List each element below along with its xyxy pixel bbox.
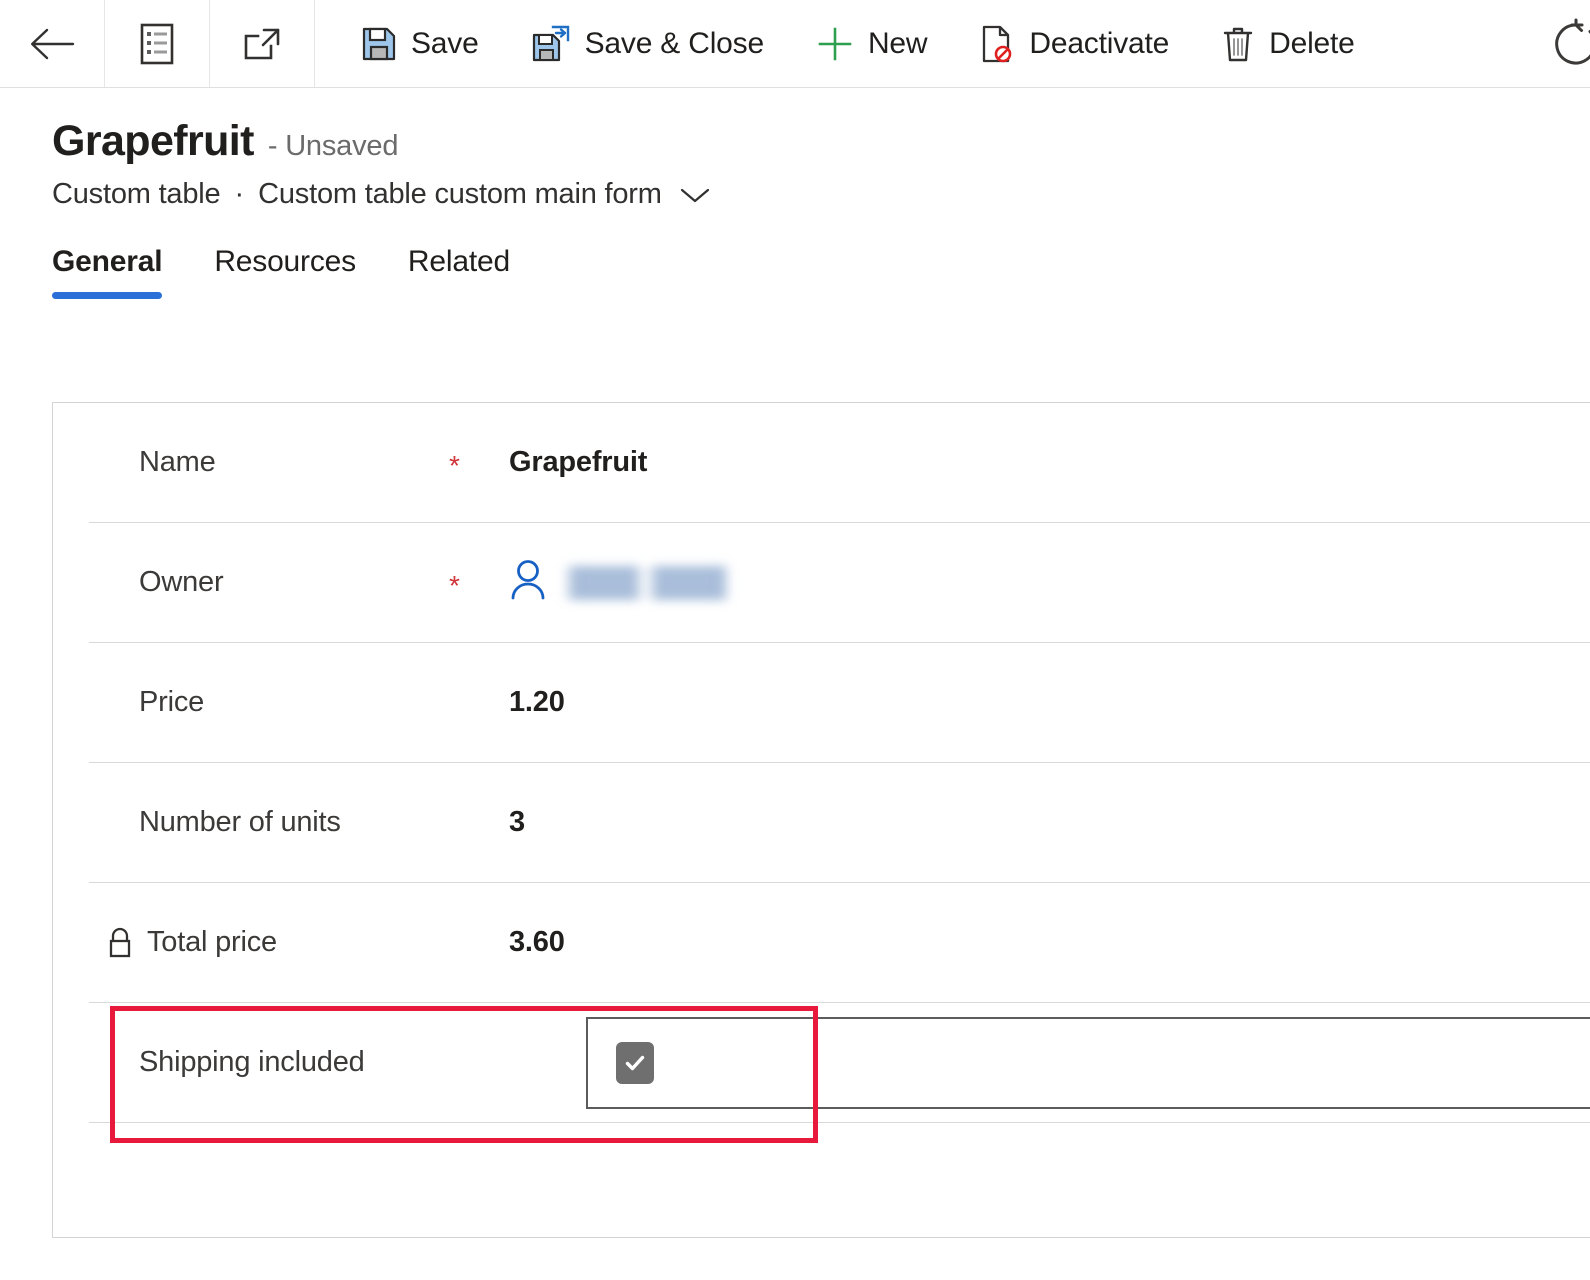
field-value-name[interactable]: Grapefruit xyxy=(509,446,647,479)
page-title: Grapefruit xyxy=(52,117,254,165)
trash-icon xyxy=(1221,24,1255,64)
field-label-owner: Owner xyxy=(139,566,224,598)
field-label-units: Number of units xyxy=(139,806,341,838)
field-label-shipping-included: Shipping included xyxy=(139,1046,365,1078)
plus-icon xyxy=(816,25,854,63)
breadcrumb-table-name: Custom table xyxy=(52,178,221,211)
breadcrumb-separator: · xyxy=(234,178,245,211)
lock-icon xyxy=(105,925,135,961)
checkbox-checked-icon[interactable] xyxy=(616,1042,654,1084)
command-buttons: Save Save & Close New Deactivate Delete xyxy=(315,0,1381,87)
save-button[interactable]: Save xyxy=(335,13,505,75)
open-in-new-window-button[interactable] xyxy=(210,0,315,87)
delete-button[interactable]: Delete xyxy=(1195,13,1381,75)
field-label-name: Name xyxy=(139,446,216,478)
field-label-price: Price xyxy=(139,686,205,718)
required-indicator-name: * xyxy=(449,449,460,481)
field-label-total-price-text: Total price xyxy=(147,926,277,958)
new-button-label: New xyxy=(867,26,928,60)
save-disk-icon xyxy=(361,26,397,62)
form-row-units: Number of units 3 xyxy=(89,763,1590,883)
form-selector-name[interactable]: Custom table custom main form xyxy=(258,178,662,211)
required-indicator-owner: * xyxy=(449,569,460,601)
command-bar: Save Save & Close New Deactivate Delete xyxy=(0,0,1590,88)
field-value-owner[interactable] xyxy=(509,557,731,609)
back-button[interactable] xyxy=(0,0,105,87)
tab-related-label: Related xyxy=(407,245,510,279)
required-indicator-price xyxy=(449,700,509,706)
form-selector-button[interactable] xyxy=(105,0,210,87)
breadcrumb: Custom table · Custom table custom main … xyxy=(52,178,1590,211)
form-row-total-price: Total price 3.60 xyxy=(89,883,1590,1003)
tab-general-label: General xyxy=(52,245,163,279)
form-row-owner: Owner * xyxy=(89,523,1590,643)
tab-resources-label: Resources xyxy=(214,245,356,279)
open-external-icon xyxy=(241,24,283,64)
title-row: Grapefruit - Unsaved xyxy=(52,117,1590,165)
deactivate-button[interactable]: Deactivate xyxy=(953,13,1195,75)
delete-button-label: Delete xyxy=(1269,26,1355,60)
deactivate-button-label: Deactivate xyxy=(1029,26,1170,60)
shipping-included-checkbox-container[interactable] xyxy=(586,1017,1590,1109)
form-row-shipping-included: Shipping included xyxy=(89,1003,1590,1123)
back-arrow-icon xyxy=(29,26,75,62)
list-form-icon xyxy=(140,23,174,65)
form-row-empty-filler xyxy=(89,1123,1590,1243)
form-row-price: Price 1.20 xyxy=(89,643,1590,763)
save-and-close-button-label: Save & Close xyxy=(584,26,765,60)
refresh-button[interactable] xyxy=(1548,16,1590,72)
owner-name-redacted xyxy=(563,565,731,600)
field-value-units[interactable]: 3 xyxy=(509,806,525,839)
deactivate-document-icon xyxy=(979,24,1015,64)
chevron-down-icon[interactable] xyxy=(678,184,712,206)
form-tabs: General Resources Related xyxy=(0,245,1590,300)
save-and-close-button[interactable]: Save & Close xyxy=(505,13,790,75)
required-indicator-total-price xyxy=(449,940,509,946)
tab-general[interactable]: General xyxy=(52,245,188,300)
field-value-price[interactable]: 1.20 xyxy=(509,686,565,719)
form-row-name: Name * Grapefruit xyxy=(89,403,1590,523)
field-value-total-price: 3.60 xyxy=(509,926,565,958)
form-section: Name * Grapefruit Owner * Price 1.20 Num… xyxy=(52,402,1590,1238)
required-indicator-units xyxy=(449,820,509,826)
person-icon xyxy=(509,557,547,609)
required-indicator-shipping-included xyxy=(449,1060,509,1066)
new-button[interactable]: New xyxy=(790,13,953,75)
tab-related[interactable]: Related xyxy=(382,245,536,299)
unsaved-status: - Unsaved xyxy=(267,130,399,162)
tab-resources[interactable]: Resources xyxy=(188,245,382,299)
save-and-close-icon xyxy=(531,25,571,63)
field-label-total-price: Total price xyxy=(89,925,449,961)
record-header: Grapefruit - Unsaved Custom table · Cust… xyxy=(0,88,1590,211)
refresh-icon xyxy=(1548,16,1590,72)
save-button-label: Save xyxy=(411,26,479,60)
